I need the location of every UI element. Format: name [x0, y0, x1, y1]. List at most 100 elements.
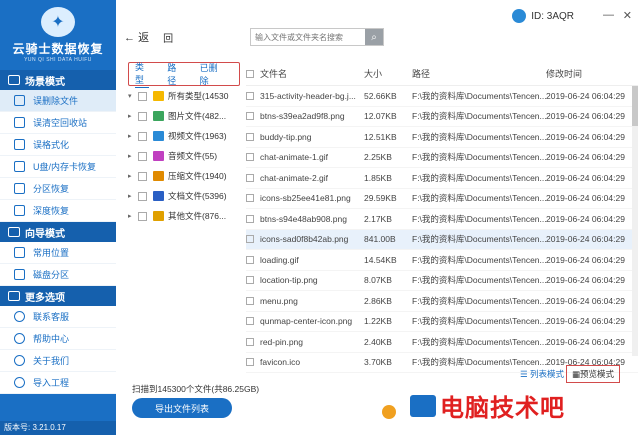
sidebar-item-label: 误清空回收站 [33, 118, 88, 128]
tree-item[interactable]: ▾ 所有类型(14530 [128, 86, 244, 106]
expand-icon[interactable]: ▸ [128, 212, 138, 220]
tree-item[interactable]: ▸ 视频文件(1963) [128, 126, 244, 146]
sidebar-item[interactable]: 导入工程 [0, 372, 116, 394]
sidebar-item[interactable]: 帮助中心 [0, 328, 116, 350]
scroll-thumb[interactable] [632, 86, 638, 126]
table-row[interactable]: chat-animate-2.gif 1.85KB F:\我的资料库\Documen… [246, 168, 638, 189]
col-header-size[interactable]: 大小 [364, 67, 412, 80]
tree-item[interactable]: ▸ 文档文件(5396) [128, 186, 244, 206]
select-all-checkbox[interactable] [246, 69, 260, 78]
sidebar-item[interactable]: 分区恢复 [0, 178, 116, 200]
row-checkbox[interactable] [246, 112, 260, 121]
expand-icon[interactable]: ▸ [128, 152, 138, 160]
expand-icon[interactable]: ▾ [128, 92, 138, 100]
tree-checkbox[interactable] [138, 151, 147, 161]
sidebar-item[interactable]: 联系客服 [0, 306, 116, 328]
export-list-button[interactable]: 导出文件列表 [132, 398, 232, 418]
search-input[interactable] [251, 29, 365, 45]
sidebar-item[interactable]: 误清空回收站 [0, 112, 116, 134]
expand-icon[interactable]: ▸ [128, 172, 138, 180]
tree-item[interactable]: ▸ 其他文件(876... [128, 206, 244, 226]
sidebar-item[interactable]: 深度恢复 [0, 200, 116, 222]
row-checkbox[interactable] [246, 91, 260, 100]
sidebar-item-label: U盘/内存卡恢复 [33, 162, 97, 172]
table-row[interactable]: location-tip.png 8.07KB F:\我的资料库\Documents… [246, 271, 638, 291]
table-row[interactable]: qunmap-center-icon.png 1.22KB F:\我的资料库\Doc… [246, 312, 638, 332]
sidebar-item-icon [14, 161, 25, 172]
tree-checkbox[interactable] [138, 111, 147, 121]
tab-path[interactable]: 路径 [167, 61, 181, 87]
table-row[interactable]: btns-s39ea2ad9f8.png 12.07KB F:\我的资料库\Docu… [246, 107, 638, 127]
user-id-badge[interactable]: ID: 3AQR [512, 9, 574, 23]
col-header-path[interactable]: 路径 [412, 67, 546, 80]
sidebar-item-label: 误删除文件 [33, 96, 79, 106]
list-mode-button[interactable]: ☰ 列表模式 [520, 368, 564, 380]
row-checkbox[interactable] [246, 132, 260, 141]
row-checkbox[interactable] [246, 194, 260, 203]
back-button[interactable]: ← 返 [124, 29, 149, 45]
sidebar-item[interactable]: U盘/内存卡恢复 [0, 156, 116, 178]
sidebar-item[interactable]: 常用位置 [0, 242, 116, 264]
table-row[interactable]: icons-sad0f8b42ab.png 841.00B F:\我的资料库\Doc… [246, 229, 638, 250]
table-scrollbar[interactable] [632, 86, 638, 356]
row-checkbox[interactable] [246, 235, 260, 244]
row-checkbox[interactable] [246, 153, 260, 162]
row-checkbox[interactable] [246, 317, 260, 326]
row-checkbox[interactable] [246, 276, 260, 285]
cell-size: 12.07KB [364, 111, 397, 122]
table-row[interactable]: 315-activity-header-bg.j... 52.66KB F:\我的资… [246, 86, 638, 107]
tree-checkbox[interactable] [138, 191, 147, 201]
sidebar-item[interactable]: 误格式化 [0, 134, 116, 156]
row-checkbox[interactable] [246, 214, 260, 223]
sidebar-item[interactable]: 关于我们 [0, 350, 116, 372]
cell-name: loading.gif [260, 254, 299, 265]
row-checkbox[interactable] [246, 255, 260, 264]
cell-name: 315-activity-header-bg.j... [260, 90, 356, 101]
tab-type[interactable]: 类型 [135, 60, 150, 88]
section-icon [8, 227, 20, 237]
section-title: 更多选项 [25, 292, 65, 304]
return-button[interactable]: 回 [163, 30, 173, 45]
table-row[interactable]: chat-animate-1.gif 2.25KB F:\我的资料库\Documen… [246, 148, 638, 168]
col-header-name[interactable]: 文件名 [260, 67, 364, 80]
col-header-time[interactable]: 修改时间 [546, 67, 632, 80]
table-row[interactable]: red-pin.png 2.40KB F:\我的资料库\Documents\Tenc… [246, 332, 638, 353]
table-row[interactable]: buddy-tip.png 12.51KB F:\我的资料库\Documents\T… [246, 127, 638, 148]
cell-path: F:\我的资料库\Documents\Tencen... [412, 357, 546, 368]
table-row[interactable]: icons-sb25ee41e81.png 29.59KB F:\我的资料库\Doc… [246, 189, 638, 209]
section-header: 更多选项 [0, 286, 116, 306]
cell-name: menu.png [260, 295, 298, 306]
cell-size: 2.17KB [364, 213, 392, 224]
tree-checkbox[interactable] [138, 91, 147, 101]
watermark-logo-icon [410, 394, 436, 417]
table-row[interactable]: loading.gif 14.54KB F:\我的资料库\Documents\Ten… [246, 250, 638, 271]
cell-size: 2.40KB [364, 336, 392, 347]
table-row[interactable]: menu.png 2.86KB F:\我的资料库\Documents\Tencen.… [246, 291, 638, 312]
row-checkbox[interactable] [246, 337, 260, 346]
row-checkbox[interactable] [246, 173, 260, 182]
close-icon[interactable]: ✕ [623, 9, 632, 22]
watermark: 电脑技术吧 [410, 388, 565, 423]
tree-checkbox[interactable] [138, 131, 147, 141]
sidebar-item[interactable]: 磁盘分区 [0, 264, 116, 286]
tree-item[interactable]: ▸ 图片文件(482... [128, 106, 244, 126]
preview-mode-button[interactable]: ▦ 预览模式 [566, 365, 620, 383]
tree-checkbox[interactable] [138, 211, 147, 221]
table-row[interactable]: btns-s94e48ab908.png 2.17KB F:\我的资料库\Docum… [246, 209, 638, 230]
file-type-icon [153, 111, 164, 121]
tree-item[interactable]: ▸ 压缩文件(1940) [128, 166, 244, 186]
row-checkbox[interactable] [246, 358, 260, 367]
tree-checkbox[interactable] [138, 171, 147, 181]
cell-path: F:\我的资料库\Documents\Tencen... [412, 275, 546, 286]
expand-icon[interactable]: ▸ [128, 112, 138, 120]
search-icon[interactable]: ⌕ [365, 29, 383, 45]
expand-icon[interactable]: ▸ [128, 192, 138, 200]
minimize-icon[interactable]: — [603, 9, 614, 21]
file-type-icon [153, 91, 164, 101]
row-checkbox[interactable] [246, 296, 260, 305]
expand-icon[interactable]: ▸ [128, 132, 138, 140]
sidebar-item[interactable]: 误删除文件 [0, 90, 116, 112]
tree-item[interactable]: ▸ 音频文件(55) [128, 146, 244, 166]
recover-icon[interactable] [382, 405, 396, 419]
tab-deleted[interactable]: 已删除 [200, 61, 221, 87]
